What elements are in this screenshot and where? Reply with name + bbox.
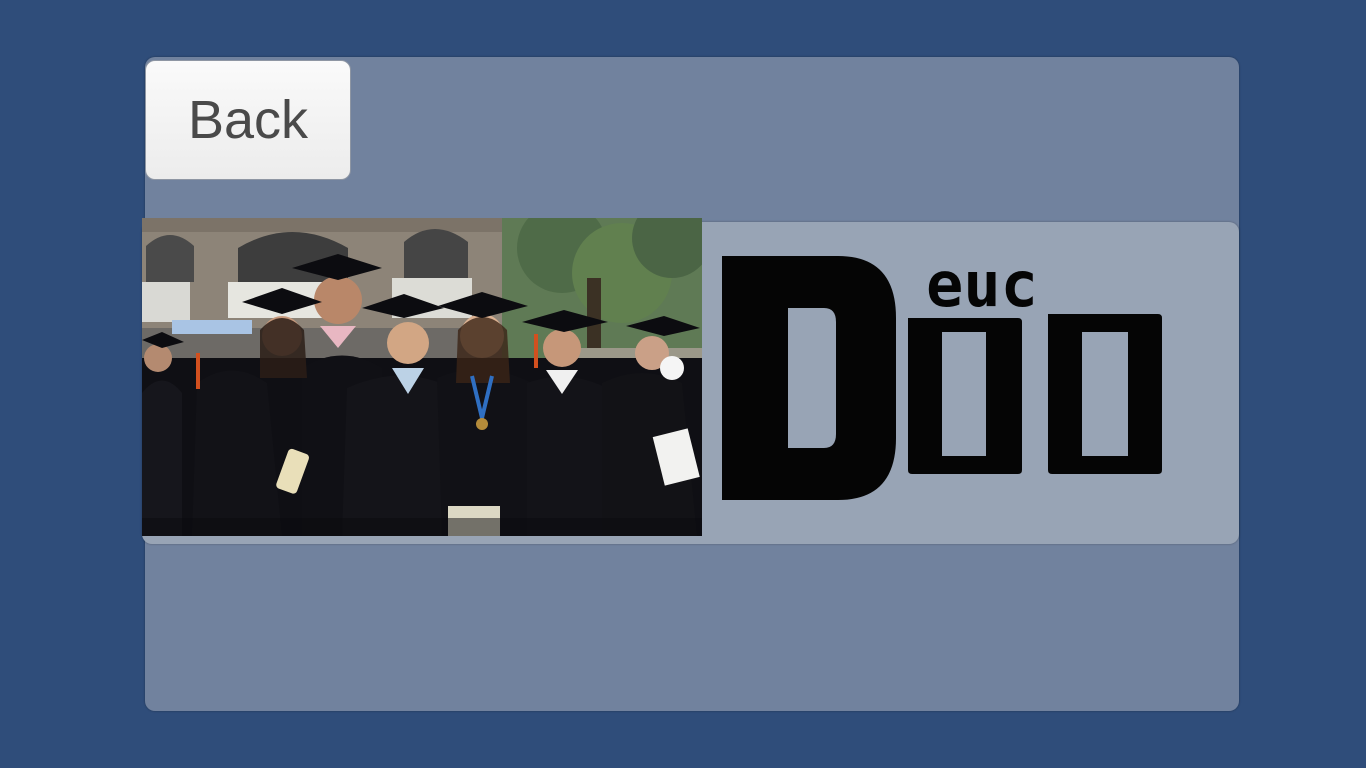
logo-graphic: euc [722,248,1162,500]
graduates-photo-illustration [142,218,702,536]
deuc-doo-logo: euc [718,238,1174,508]
back-button-label: Back [187,90,309,150]
graduates-photo [142,218,702,536]
back-button[interactable]: Back [145,60,351,180]
logo-small-text: euc [926,248,1038,321]
